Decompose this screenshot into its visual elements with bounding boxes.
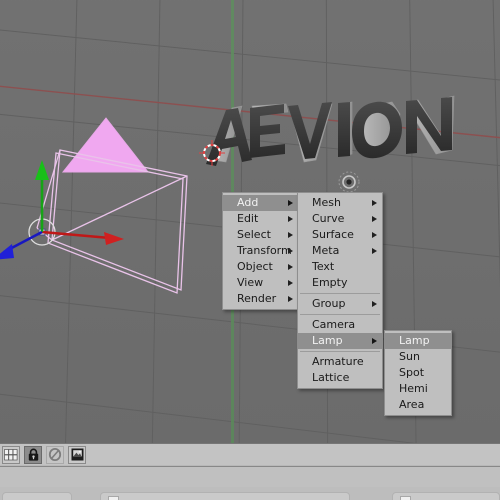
image-browse-button[interactable] xyxy=(68,445,86,464)
submenu-arrow-icon xyxy=(288,216,293,222)
add-item-empty[interactable]: Empty xyxy=(298,275,382,291)
menu-item-label: Group xyxy=(312,297,346,310)
space-menu[interactable]: Add Edit Select Transform Object View Render xyxy=(222,192,299,310)
add-item-text[interactable]: Text xyxy=(298,259,382,275)
menu-item-label: Camera xyxy=(312,318,356,331)
lamp-item-sun[interactable]: Sun xyxy=(385,349,451,365)
lamp-item-hemi[interactable]: Hemi xyxy=(385,381,451,397)
link-icon xyxy=(48,448,62,461)
submenu-arrow-icon xyxy=(288,232,293,238)
lamp-submenu[interactable]: Lamp Sun Spot Hemi Area xyxy=(384,330,452,416)
menu-item-view[interactable]: View xyxy=(223,275,298,291)
submenu-arrow-icon xyxy=(288,264,293,270)
submenu-arrow-icon xyxy=(372,338,377,344)
submenu-arrow-icon xyxy=(288,248,293,254)
3d-viewport[interactable]: Add Edit Select Transform Object View Render M… xyxy=(0,0,500,443)
menu-separator xyxy=(300,351,380,352)
ghost-checkbox-1[interactable] xyxy=(108,496,119,500)
text-object-aevion[interactable] xyxy=(196,92,456,192)
window-type-icon[interactable] xyxy=(2,445,20,464)
add-item-curve[interactable]: Curve xyxy=(298,211,382,227)
menu-item-label: Area xyxy=(399,398,425,411)
menu-item-label: Sun xyxy=(399,350,420,363)
menu-separator xyxy=(300,293,380,294)
lock-button[interactable] xyxy=(24,445,42,464)
grid-icon xyxy=(4,448,18,460)
add-item-meta[interactable]: Meta xyxy=(298,243,382,259)
link-button[interactable] xyxy=(46,445,64,464)
lamp-item-spot[interactable]: Spot xyxy=(385,365,451,381)
menu-item-label: Hemi xyxy=(399,382,428,395)
add-item-lamp[interactable]: Lamp xyxy=(298,333,382,349)
add-item-lattice[interactable]: Lattice xyxy=(298,370,382,386)
menu-item-label: Transform xyxy=(237,244,292,257)
menu-item-label: Text xyxy=(312,260,335,273)
menu-item-label: Lamp xyxy=(399,334,430,347)
menu-item-object[interactable]: Object xyxy=(223,259,298,275)
menu-item-label: Mesh xyxy=(312,196,341,209)
bottom-tool-strip[interactable] xyxy=(0,487,500,500)
menu-item-label: Select xyxy=(237,228,271,241)
menu-item-add[interactable]: Add xyxy=(223,195,298,211)
image-icon xyxy=(71,448,83,461)
menu-item-label: Lamp xyxy=(312,334,343,347)
submenu-arrow-icon xyxy=(372,200,377,206)
submenu-arrow-icon xyxy=(288,200,293,206)
menu-item-label: Meta xyxy=(312,244,340,257)
add-item-surface[interactable]: Surface xyxy=(298,227,382,243)
menu-item-label: Curve xyxy=(312,212,345,225)
submenu-arrow-icon xyxy=(288,280,293,286)
menu-item-label: Spot xyxy=(399,366,425,379)
lamp-item-lamp[interactable]: Lamp xyxy=(385,333,451,349)
menu-item-label: Add xyxy=(237,196,259,209)
submenu-arrow-icon xyxy=(288,296,293,302)
camera-object[interactable] xyxy=(0,110,230,300)
lamp-item-area[interactable]: Area xyxy=(385,397,451,413)
menu-item-label: Edit xyxy=(237,212,259,225)
menu-item-transform[interactable]: Transform xyxy=(223,243,298,259)
menu-item-edit[interactable]: Edit xyxy=(223,211,298,227)
ghost-button-2[interactable] xyxy=(100,492,350,500)
submenu-arrow-icon xyxy=(372,216,377,222)
ghost-checkbox-2[interactable] xyxy=(400,496,411,500)
blender-window: Add Edit Select Transform Object View Render M… xyxy=(0,0,500,500)
add-menu[interactable]: Mesh Curve Surface Meta Text Empty Group Camera… xyxy=(297,192,383,389)
add-item-armature[interactable]: Armature xyxy=(298,354,382,370)
menu-item-render[interactable]: Render xyxy=(223,291,298,307)
menu-item-label: Surface xyxy=(312,228,354,241)
add-item-group[interactable]: Group xyxy=(298,296,382,312)
viewport-header-bar[interactable] xyxy=(0,443,500,465)
3d-cursor-icon xyxy=(199,140,225,166)
add-item-camera[interactable]: Camera xyxy=(298,317,382,333)
ghost-button-1[interactable] xyxy=(2,492,72,500)
menu-item-label: Lattice xyxy=(312,371,350,384)
add-item-mesh[interactable]: Mesh xyxy=(298,195,382,211)
menu-item-label: View xyxy=(237,276,264,289)
lock-icon xyxy=(28,448,38,461)
menu-item-label: Armature xyxy=(312,355,364,368)
menu-item-label: Render xyxy=(237,292,277,305)
submenu-arrow-icon xyxy=(372,301,377,307)
menu-item-label: Empty xyxy=(312,276,348,289)
submenu-arrow-icon xyxy=(372,232,377,238)
menu-item-select[interactable]: Select xyxy=(223,227,298,243)
menu-item-label: Object xyxy=(237,260,273,273)
submenu-arrow-icon xyxy=(372,248,377,254)
menu-separator xyxy=(300,314,380,315)
